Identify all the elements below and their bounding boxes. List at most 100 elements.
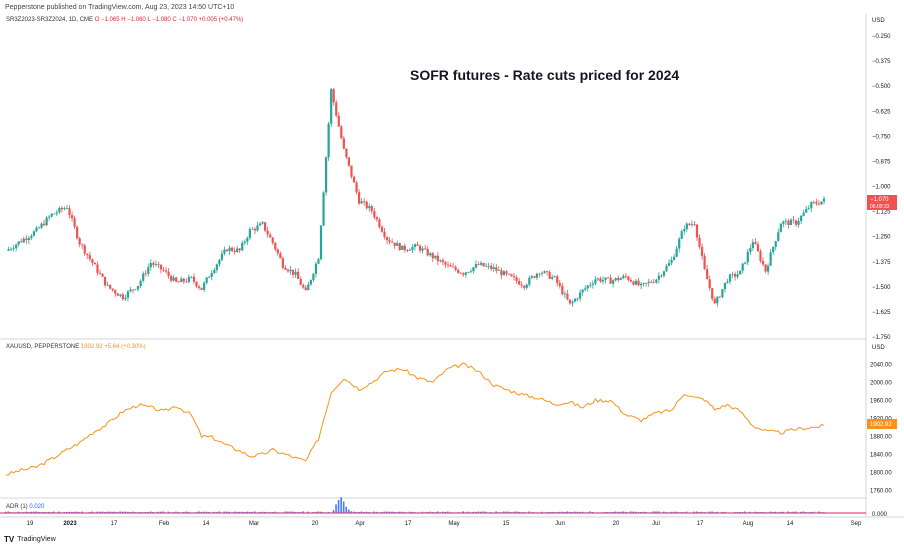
- candle-body: [817, 203, 821, 205]
- candle-body: [665, 265, 668, 272]
- candle-body: [746, 251, 749, 263]
- candle-body: [764, 264, 767, 272]
- candle-body: [233, 250, 236, 252]
- candle-body: [291, 269, 295, 275]
- candle-body: [619, 278, 622, 281]
- candle-body: [154, 264, 157, 266]
- candle-body: [576, 298, 579, 300]
- candle-body: [805, 208, 808, 213]
- candle-body: [358, 192, 361, 204]
- candle-body: [167, 271, 170, 276]
- candle-body: [784, 220, 787, 222]
- candle-body: [581, 289, 584, 293]
- candle-body: [385, 236, 389, 241]
- candle-body: [208, 276, 211, 278]
- candle-body: [299, 278, 302, 285]
- candle-body: [347, 157, 351, 166]
- candle-body: [690, 224, 694, 225]
- candle-body: [330, 89, 333, 124]
- candle-body: [190, 276, 193, 278]
- candle-body: [822, 198, 826, 202]
- candle-body: [444, 262, 447, 265]
- candle-body: [794, 220, 798, 225]
- candle-body: [657, 275, 660, 280]
- candle-body: [749, 248, 752, 252]
- adr-histogram: [5, 497, 825, 513]
- candle-body: [642, 282, 645, 284]
- candle-body: [271, 237, 274, 243]
- candle-body: [378, 219, 381, 228]
- candle-body: [614, 277, 617, 281]
- candle-body: [17, 241, 20, 245]
- tradingview-logo[interactable]: TV TradingView: [4, 535, 56, 544]
- candle-body: [761, 260, 765, 265]
- candle-body: [599, 278, 602, 282]
- candle-body: [322, 192, 325, 226]
- candle-body: [136, 286, 140, 290]
- candle-body: [279, 253, 282, 259]
- spread-y-tick: −1.250: [872, 235, 891, 241]
- candle-body: [350, 165, 353, 177]
- candle-body: [721, 289, 724, 298]
- candle-body: [459, 272, 462, 274]
- spread-y-tick: −0.875: [872, 159, 891, 165]
- candle-body: [78, 238, 81, 245]
- candle-body: [63, 208, 66, 210]
- candle-body: [807, 208, 810, 210]
- candle-body: [667, 262, 671, 266]
- x-tick: Feb: [159, 521, 170, 527]
- candle-body: [673, 256, 676, 260]
- candle-body: [83, 245, 86, 254]
- tradingview-icon: TV: [4, 535, 15, 544]
- candle-body: [731, 273, 734, 275]
- candle-body: [733, 273, 737, 277]
- candle-body: [693, 224, 696, 225]
- candle-body: [472, 267, 475, 272]
- adr-bar: [345, 506, 348, 513]
- candle-body: [134, 289, 137, 291]
- candle-body: [418, 245, 422, 251]
- candle-body: [535, 273, 539, 278]
- candle-body: [406, 250, 409, 251]
- candle-body: [606, 277, 610, 279]
- candle-body: [810, 202, 813, 209]
- candle-body: [200, 287, 203, 290]
- candle-body: [121, 294, 124, 300]
- x-tick: 20: [312, 521, 319, 527]
- candle-body: [220, 253, 224, 260]
- candle-body: [589, 284, 592, 286]
- candle-body: [144, 273, 147, 275]
- candle-body: [779, 223, 782, 233]
- candle-body: [708, 279, 711, 289]
- candle-body: [556, 276, 559, 284]
- spread-y-tick: −1.375: [872, 260, 891, 266]
- adr-bar: [340, 497, 342, 513]
- candle-body: [723, 282, 727, 290]
- candle-body: [728, 274, 732, 282]
- candle-body: [474, 264, 478, 268]
- chart-canvas[interactable]: USD USD −0.250−0.375−0.500−0.625−0.750−0…: [0, 0, 904, 548]
- candle-body: [680, 231, 683, 239]
- candle-body: [352, 176, 356, 183]
- gold-y-tick: 1840.00: [870, 452, 892, 458]
- spread-y-tick: −0.250: [872, 34, 891, 40]
- candle-body: [304, 287, 307, 291]
- candle-body: [431, 253, 434, 259]
- candle-body: [538, 273, 541, 275]
- candle-body: [32, 231, 36, 236]
- candle-body: [398, 243, 401, 250]
- adr-bar: [342, 501, 345, 513]
- candle-body: [609, 277, 612, 284]
- candle-body: [726, 281, 729, 283]
- candle-body: [228, 247, 231, 252]
- candle-body: [429, 253, 432, 256]
- x-tick: Mar: [249, 521, 259, 527]
- gold-y-tick: 2000.00: [870, 380, 892, 386]
- spread-last-price: −1.070: [870, 197, 889, 203]
- gold-y-tick: 1880.00: [870, 434, 892, 440]
- adr-bar: [347, 509, 350, 513]
- candle-body: [617, 277, 620, 281]
- candle-body: [703, 256, 706, 269]
- candle-body: [596, 278, 600, 280]
- candle-body: [485, 265, 488, 267]
